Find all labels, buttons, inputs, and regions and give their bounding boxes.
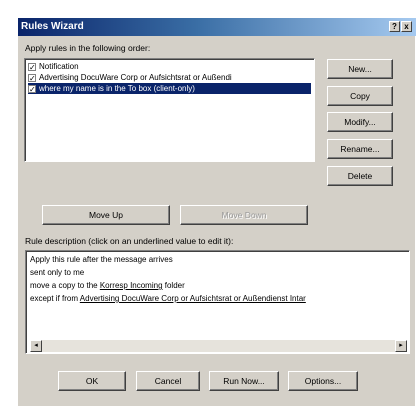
rule-description-label: Rule description (click on an underlined… (25, 236, 234, 246)
rule-item-to-box[interactable]: ✓ where my name is in the To box (client-… (28, 83, 311, 94)
cancel-button[interactable]: Cancel (136, 371, 200, 391)
copy-button[interactable]: Copy (327, 86, 393, 106)
rules-wizard-window: Rules Wizard ? x Apply rules in the follo… (17, 17, 416, 406)
rule-checkbox[interactable]: ✓ (28, 63, 36, 72)
rule-label: where my name is in the To box (client-o… (39, 84, 195, 93)
rule-description-box: Apply this rule after the message arrive… (25, 250, 410, 354)
description-line: move a copy to the Korresp Incoming fold… (30, 281, 185, 290)
rules-list[interactable]: ✓ Notification ✓ Advertising DocuWare Corp… (24, 58, 315, 162)
rename-button[interactable]: Rename... (327, 139, 393, 159)
rule-item-notification[interactable]: ✓ Notification (28, 61, 311, 72)
rule-label: Advertising DocuWare Corp or Aufsichtsra… (39, 73, 232, 82)
options-button[interactable]: Options... (288, 371, 358, 391)
new-button[interactable]: New... (327, 59, 393, 79)
close-button[interactable]: x (401, 21, 412, 32)
ok-button[interactable]: OK (58, 371, 126, 391)
description-line: except if from Advertising DocuWare Corp… (30, 294, 306, 303)
rule-item-advertising[interactable]: ✓ Advertising DocuWare Corp or Aufsichtsr… (28, 72, 311, 83)
window-title: Rules Wizard (21, 21, 84, 32)
folder-link[interactable]: Korresp Incoming (100, 281, 163, 290)
move-down-button[interactable]: Move Down (180, 205, 308, 225)
scroll-right-icon[interactable]: ▸ (395, 340, 407, 352)
rule-checkbox[interactable]: ✓ (28, 85, 36, 94)
modify-button[interactable]: Modify... (327, 112, 393, 132)
delete-button[interactable]: Delete (327, 166, 393, 186)
scroll-left-icon[interactable]: ◂ (30, 340, 42, 352)
rule-label: Notification (39, 62, 79, 71)
help-button[interactable]: ? (389, 21, 400, 32)
run-now-button[interactable]: Run Now... (209, 371, 279, 391)
rule-checkbox[interactable]: ✓ (28, 74, 36, 83)
description-line: Apply this rule after the message arrive… (30, 255, 173, 264)
move-up-button[interactable]: Move Up (42, 205, 170, 225)
horizontal-scrollbar[interactable]: ◂ ▸ (30, 340, 407, 352)
rules-order-label: Apply rules in the following order: (25, 43, 151, 53)
description-line: sent only to me (30, 268, 85, 277)
sender-link[interactable]: Advertising DocuWare Corp or Aufsichtsra… (80, 294, 306, 303)
title-bar: Rules Wizard ? x (18, 18, 416, 36)
